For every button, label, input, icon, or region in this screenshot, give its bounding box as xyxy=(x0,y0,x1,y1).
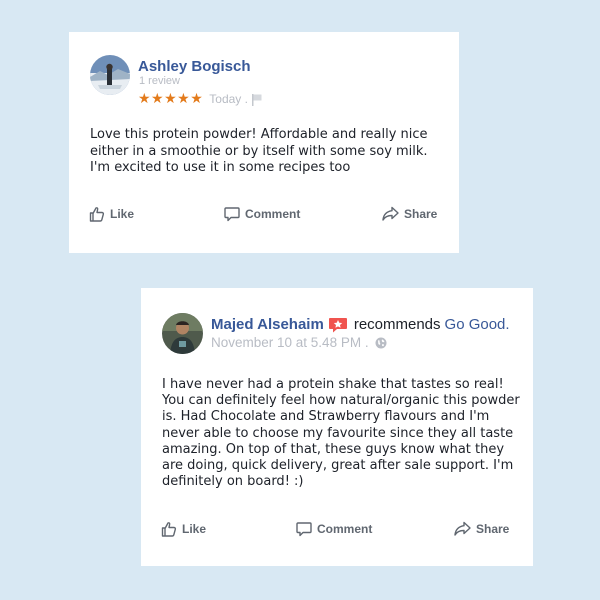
like-label: Like xyxy=(110,207,135,221)
recommends-verb: recommends xyxy=(353,316,441,333)
comment-icon xyxy=(224,207,240,222)
like-button[interactable]: Like xyxy=(161,521,206,537)
share-icon xyxy=(454,521,471,536)
reviewer-name[interactable]: Ashley Bogisch xyxy=(138,58,251,75)
recommended-page-link[interactable]: Go Good. xyxy=(445,316,510,333)
comment-label: Comment xyxy=(245,207,301,221)
share-button[interactable]: Share xyxy=(382,206,437,222)
share-label: Share xyxy=(404,207,438,221)
comment-label: Comment xyxy=(317,522,373,536)
recommendation-badge-icon xyxy=(328,317,348,333)
review-date: Today . xyxy=(209,91,248,106)
recommendation-card: Majed Alsehaim recommends Go Good. Novembe… xyxy=(141,288,533,566)
like-label: Like xyxy=(182,522,207,536)
avatar[interactable] xyxy=(162,313,203,354)
comment-button[interactable]: Comment xyxy=(224,206,300,222)
page-background: Ashley Bogisch 1 review ★★★★★ Today . Lo… xyxy=(0,0,600,600)
review-card: Ashley Bogisch 1 review ★★★★★ Today . Lo… xyxy=(69,32,459,253)
review-text: Love this protein powder! Affordable and… xyxy=(90,127,428,175)
review-count: 1 review xyxy=(139,75,180,87)
post-meta: November 10 at 5.48 PM . xyxy=(211,335,387,350)
rating-row: ★★★★★ Today . xyxy=(138,90,262,107)
thumbs-up-icon xyxy=(89,207,105,222)
comment-icon xyxy=(296,522,312,537)
recommender-line: Majed Alsehaim recommends Go Good. xyxy=(211,316,510,333)
share-icon xyxy=(382,206,399,221)
comment-button[interactable]: Comment xyxy=(296,521,372,537)
recommender-name[interactable]: Majed Alsehaim xyxy=(211,316,324,333)
like-button[interactable]: Like xyxy=(89,206,134,222)
globe-icon xyxy=(375,337,387,349)
flag-icon[interactable] xyxy=(251,93,262,106)
action-bar: Like Comment Share xyxy=(141,521,533,541)
share-label: Share xyxy=(476,522,510,536)
action-bar: Like Comment Share xyxy=(69,206,459,226)
star-rating: ★★★★★ xyxy=(138,90,204,106)
avatar[interactable] xyxy=(90,55,130,95)
share-button[interactable]: Share xyxy=(454,521,509,537)
recommendation-text: I have never had a protein shake that ta… xyxy=(162,377,520,490)
post-date[interactable]: November 10 at 5.48 PM . xyxy=(211,335,369,350)
thumbs-up-icon xyxy=(161,522,177,537)
